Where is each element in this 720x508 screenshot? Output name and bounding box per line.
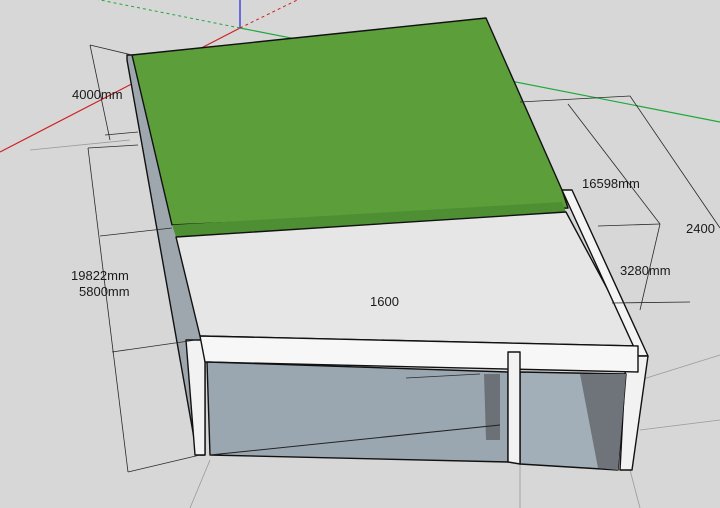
dim-5800mm: 5800mm: [79, 284, 130, 299]
model-canvas: 4000mm 19822mm 5800mm 16598mm 3280mm 240…: [0, 0, 720, 508]
dim-2400: 2400: [686, 221, 715, 236]
inner-post: [484, 374, 500, 440]
dim-3280mm: 3280mm: [620, 263, 671, 278]
grass-roof: [131, 17, 569, 226]
dim-16598mm: 16598mm: [582, 176, 640, 191]
green-axis-dashed: [97, 0, 241, 29]
dim-1600: 1600: [370, 294, 399, 309]
dim-19822mm: 19822mm: [71, 268, 129, 283]
column: [507, 351, 521, 465]
dim-4000mm: 4000mm: [72, 87, 123, 102]
red-axis-dashed: [239, 0, 299, 29]
3d-model-viewport[interactable]: 4000mm 19822mm 5800mm 16598mm 3280mm 240…: [0, 0, 720, 508]
concrete-slab: [175, 211, 639, 347]
glass-facade-left: [206, 361, 509, 463]
right-wall-front: [619, 355, 649, 471]
